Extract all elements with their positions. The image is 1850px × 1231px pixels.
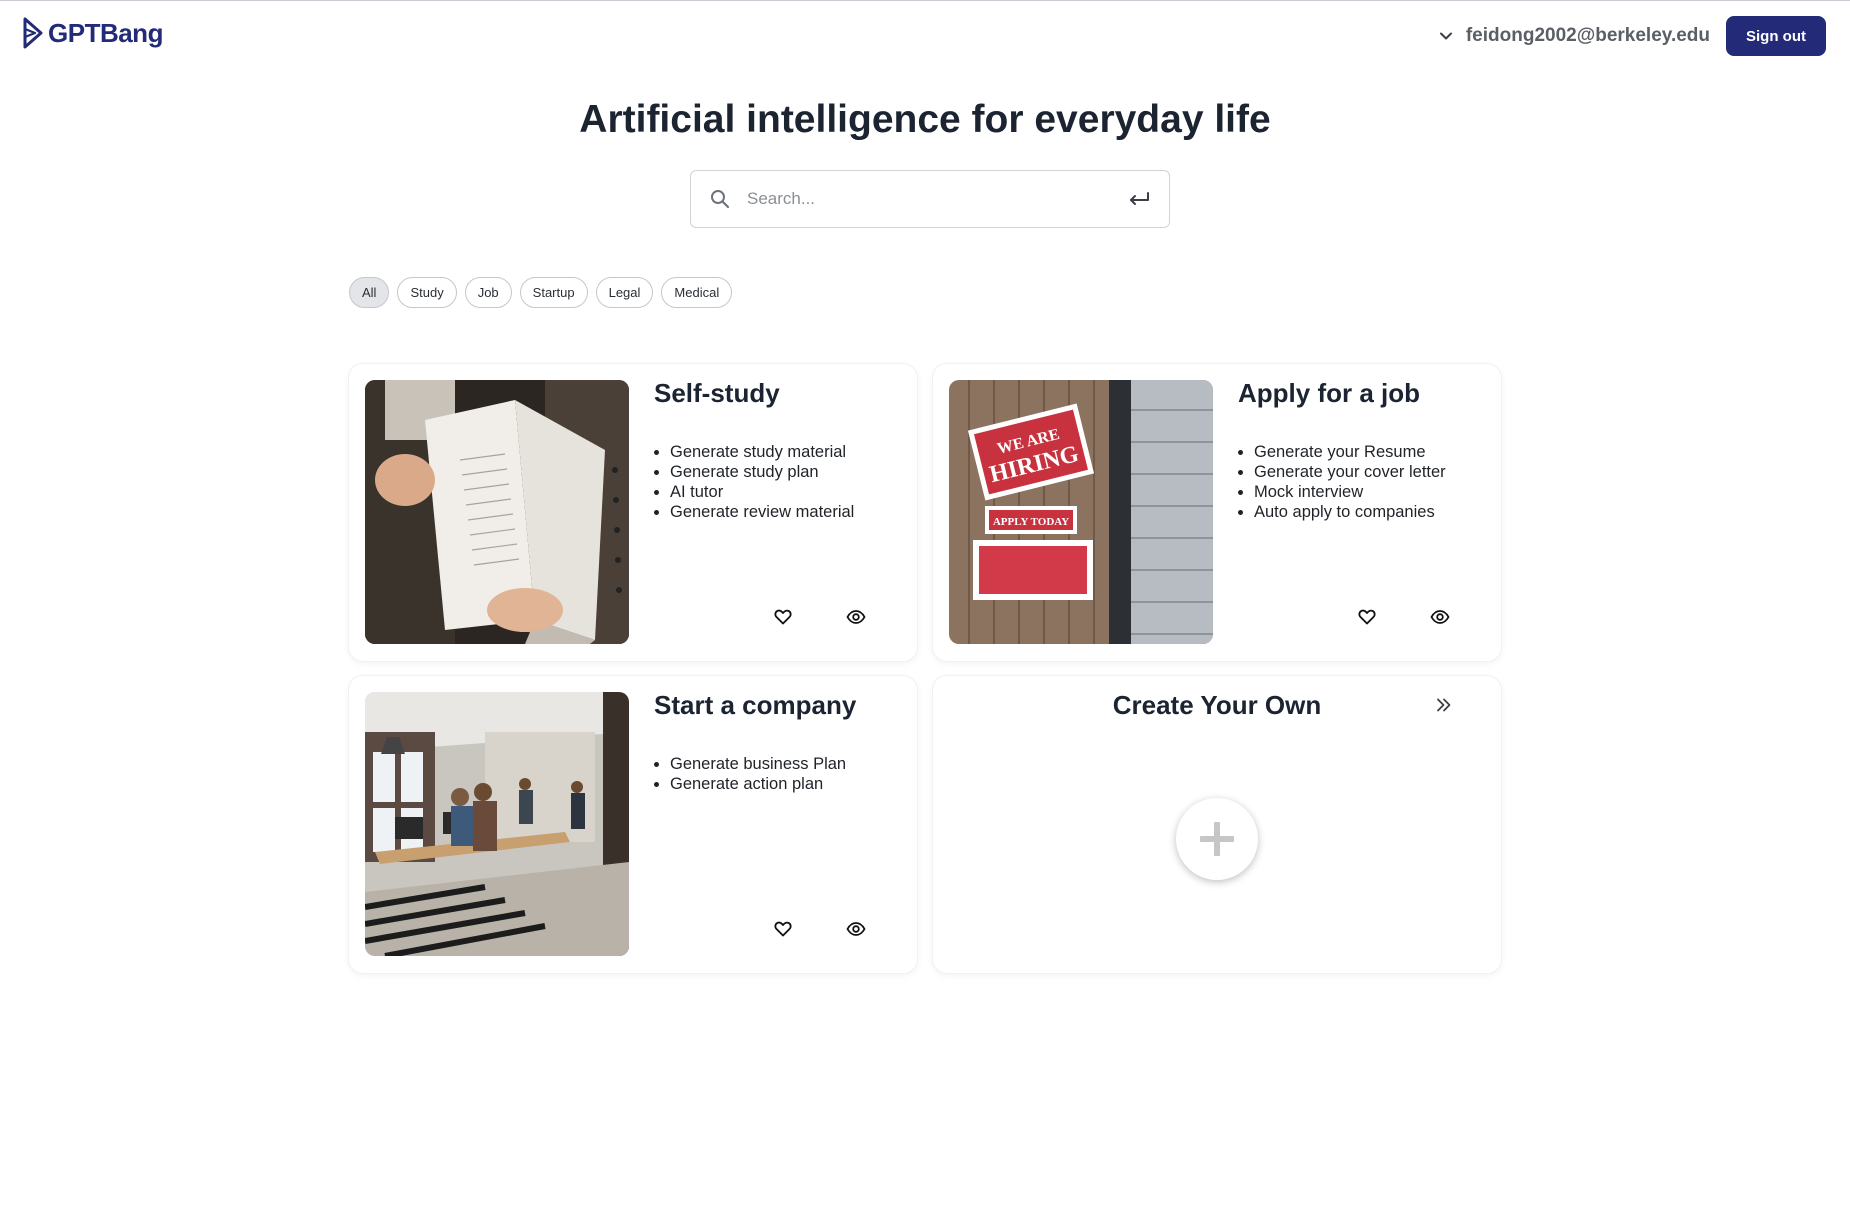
card-title: Create Your Own — [1112, 690, 1322, 720]
brand-logo[interactable]: GPTBang — [22, 16, 163, 50]
sign-out-button[interactable]: Sign out — [1726, 16, 1826, 56]
search-bar — [690, 170, 1170, 228]
card-start-company[interactable]: Start a company Generate business Plan G… — [349, 676, 917, 973]
feature-list: Generate business Plan Generate action p… — [670, 754, 846, 794]
card-self-study[interactable]: Self-study Generate study material Gener… — [349, 364, 917, 661]
list-item: Generate business Plan — [670, 754, 846, 774]
create-new-button[interactable] — [1176, 798, 1258, 880]
search-input[interactable] — [747, 189, 1127, 209]
card-title: Apply for a job — [1238, 378, 1420, 408]
top-border — [0, 0, 1850, 1]
heart-icon[interactable] — [770, 916, 796, 942]
list-item: Generate study plan — [670, 462, 854, 482]
logo-icon — [23, 17, 43, 49]
filter-chip-study[interactable]: Study — [397, 277, 457, 308]
plus-icon — [1200, 822, 1234, 856]
filter-chip-medical[interactable]: Medical — [661, 277, 733, 308]
user-email[interactable]: feidong2002@berkeley.edu — [1466, 25, 1710, 47]
user-menu: feidong2002@berkeley.edu Sign out — [1434, 16, 1826, 56]
card-image-book — [365, 380, 629, 644]
heart-icon[interactable] — [770, 604, 796, 630]
sign-text-apply-today: APPLY TODAY — [993, 516, 1069, 528]
filter-chip-job[interactable]: Job — [464, 277, 512, 308]
heart-icon[interactable] — [1354, 604, 1380, 630]
list-item: AI tutor — [670, 482, 854, 502]
card-image-office — [365, 692, 629, 956]
list-item: Mock interview — [1254, 482, 1446, 502]
card-image-hiring-sign: WE ARE HIRING APPLY TODAY — [949, 380, 1213, 644]
category-filters: All Study Job Startup Legal Medical — [349, 277, 733, 308]
enter-icon[interactable] — [1127, 187, 1151, 211]
double-chevron-right-icon[interactable] — [1431, 692, 1457, 718]
eye-icon[interactable] — [843, 916, 869, 942]
card-apply-job[interactable]: WE ARE HIRING APPLY TODAY Apply for a jo… — [933, 364, 1501, 661]
search-icon — [711, 190, 730, 209]
brand-name: GPTBang — [48, 17, 163, 48]
list-item: Generate action plan — [670, 774, 846, 794]
filter-chip-all[interactable]: All — [349, 277, 390, 308]
filter-chip-legal[interactable]: Legal — [595, 277, 654, 308]
list-item: Generate your Resume — [1254, 442, 1446, 462]
chevron-down-icon[interactable] — [1434, 24, 1458, 48]
eye-icon[interactable] — [843, 604, 869, 630]
feature-list: Generate your Resume Generate your cover… — [1254, 442, 1446, 522]
filter-chip-startup[interactable]: Startup — [519, 277, 588, 308]
card-create-your-own[interactable]: Create Your Own — [933, 676, 1501, 973]
list-item: Generate review material — [670, 502, 854, 522]
list-item: Auto apply to companies — [1254, 502, 1446, 522]
card-title: Start a company — [654, 690, 857, 720]
list-item: Generate your cover letter — [1254, 462, 1446, 482]
card-title: Self-study — [654, 378, 780, 408]
feature-list: Generate study material Generate study p… — [670, 442, 854, 522]
list-item: Generate study material — [670, 442, 854, 462]
eye-icon[interactable] — [1427, 604, 1453, 630]
page-title: Artificial intelligence for everyday lif… — [579, 98, 1271, 141]
